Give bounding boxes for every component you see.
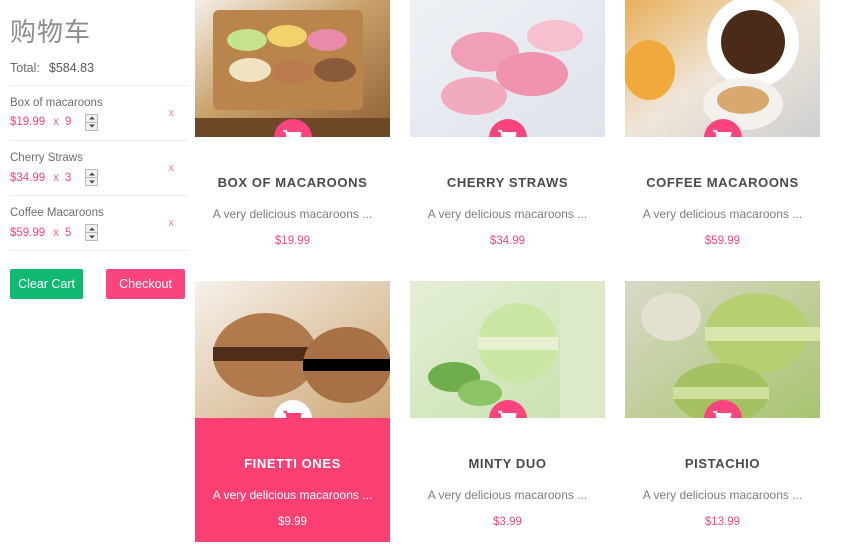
product-image	[410, 281, 605, 418]
product-grid-area: BOX OF MACAROONS A very delicious macaro…	[195, 0, 850, 545]
cart-item-name: Coffee Macaroons	[10, 207, 104, 220]
product-card[interactable]: CHERRY STRAWS A very delicious macaroons…	[410, 0, 605, 261]
cart-item-name: Cherry Straws	[10, 151, 83, 164]
remove-item-button[interactable]: x	[169, 162, 175, 174]
product-card-body: PISTACHIO A very delicious macaroons ...…	[625, 418, 820, 542]
cart-item-price: $34.99	[10, 171, 46, 184]
product-image	[410, 0, 605, 137]
product-title: MINTY DUO	[468, 456, 547, 471]
product-title: COFFEE MACAROONS	[646, 175, 799, 190]
cart-item: Coffee Macaroons $59.99 x 5 x	[8, 196, 188, 250]
product-card-body: MINTY DUO A very delicious macaroons ...…	[410, 418, 605, 542]
checkout-button[interactable]: Checkout	[106, 269, 185, 300]
product-title: CHERRY STRAWS	[446, 175, 569, 190]
product-price: $34.99	[489, 235, 526, 247]
product-description: A very delicious macaroons ...	[212, 207, 373, 221]
app-root: 购物车 Total: $584.83 Box of macaroons $19.9…	[0, 0, 850, 545]
product-card-body: CHERRY STRAWS A very delicious macaroons…	[410, 137, 605, 261]
product-image	[625, 281, 820, 418]
product-price: $9.99	[278, 516, 307, 528]
product-card[interactable]: BOX OF MACAROONS A very delicious macaro…	[195, 0, 390, 261]
product-card-body: FINETTI ONES A very delicious macaroons …	[195, 418, 390, 542]
cart-item-times: x	[53, 116, 59, 129]
divider	[10, 250, 188, 252]
product-image	[195, 0, 390, 137]
cart-total-amount: $584.83	[48, 60, 95, 75]
product-card[interactable]: COFFEE MACAROONS A very delicious macaro…	[625, 0, 820, 261]
product-title: BOX OF MACAROONS	[217, 175, 368, 190]
product-card[interactable]: FINETTI ONES A very delicious macaroons …	[195, 281, 390, 542]
cart-item: Cherry Straws $34.99 x 3 x	[8, 141, 188, 195]
product-description: A very delicious macaroons ...	[642, 488, 803, 502]
cart-item-quantity: 3	[64, 171, 72, 184]
cart-item-meta: $59.99 x 5	[10, 224, 188, 242]
product-description: A very delicious macaroons ...	[212, 488, 373, 502]
quantity-stepper[interactable]	[85, 169, 99, 187]
page-title: 购物车	[10, 17, 92, 47]
product-card[interactable]: PISTACHIO A very delicious macaroons ...…	[625, 281, 820, 542]
cart-item: Box of macaroons $19.99 x 9 x	[8, 86, 188, 140]
cart-actions: Clear Cart Checkout	[10, 269, 185, 300]
stepper-up-arrow-icon[interactable]	[86, 225, 98, 234]
product-description: A very delicious macaroons ...	[427, 488, 588, 502]
remove-item-button[interactable]: x	[169, 217, 175, 229]
cart-item-meta: $34.99 x 3	[10, 169, 188, 187]
product-description: A very delicious macaroons ...	[427, 207, 588, 221]
product-price: $3.99	[493, 516, 522, 528]
stepper-down-arrow-icon[interactable]	[86, 123, 97, 130]
cart-item-times: x	[53, 171, 59, 184]
product-description: A very delicious macaroons ...	[642, 207, 803, 221]
remove-item-button[interactable]: x	[169, 107, 175, 119]
cart-item-name: Box of macaroons	[10, 96, 103, 109]
cart-item-price: $19.99	[10, 116, 46, 129]
cart-item-price: $59.99	[10, 226, 46, 239]
product-title: PISTACHIO	[684, 456, 761, 471]
cart-item-quantity: 5	[64, 226, 72, 239]
product-card-body: COFFEE MACAROONS A very delicious macaro…	[625, 137, 820, 261]
quantity-stepper[interactable]	[85, 224, 99, 242]
product-card[interactable]: MINTY DUO A very delicious macaroons ...…	[410, 281, 605, 542]
product-price: $59.99	[704, 235, 741, 247]
product-price: $19.99	[274, 235, 311, 247]
cart-item-list: Box of macaroons $19.99 x 9 x Cherry Stra…	[8, 86, 188, 252]
product-title: FINETTI ONES	[244, 456, 341, 471]
cart-sidebar: 购物车 Total: $584.83 Box of macaroons $19.9…	[0, 0, 195, 545]
cart-item-meta: $19.99 x 9	[10, 113, 188, 131]
quantity-stepper[interactable]	[85, 113, 99, 131]
stepper-down-arrow-icon[interactable]	[86, 178, 97, 185]
product-image	[195, 281, 390, 418]
cart-total-label: Total:	[10, 60, 40, 75]
clear-cart-button[interactable]: Clear Cart	[10, 269, 84, 300]
stepper-up-arrow-icon[interactable]	[86, 170, 98, 179]
product-card-body: BOX OF MACAROONS A very delicious macaro…	[195, 137, 390, 261]
cart-total: Total: $584.83	[10, 61, 185, 75]
product-grid: BOX OF MACAROONS A very delicious macaro…	[195, 0, 840, 542]
product-price: $13.99	[704, 516, 741, 528]
product-image	[625, 0, 820, 137]
cart-item-times: x	[53, 226, 59, 239]
cart-item-quantity: 9	[64, 116, 72, 129]
stepper-down-arrow-icon[interactable]	[86, 233, 97, 240]
stepper-up-arrow-icon[interactable]	[86, 115, 98, 123]
